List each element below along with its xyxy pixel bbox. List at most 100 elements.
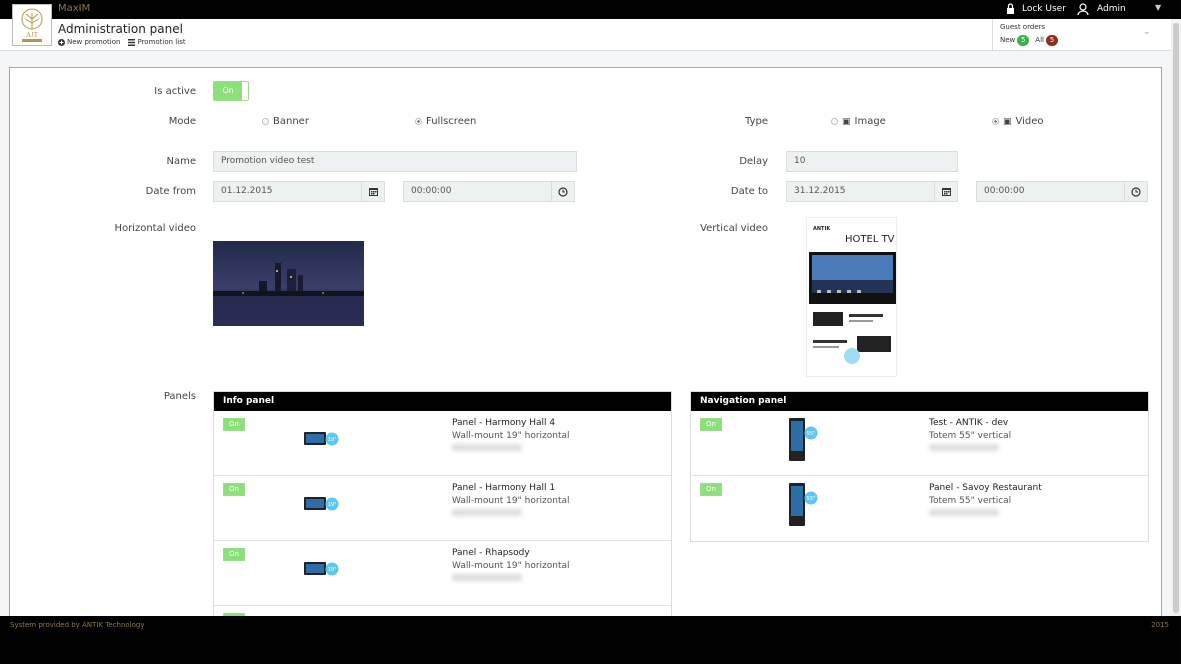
user-name: Admin: [1097, 4, 1126, 14]
radio-checked-icon: [415, 118, 422, 125]
vertical-video-thumbnail[interactable]: ANTIK HOTEL TV: [806, 217, 897, 377]
guest-orders-new-label: New: [1000, 36, 1016, 44]
info-panel-title: Info panel: [214, 392, 671, 411]
guest-orders-all[interactable]: All 5: [1035, 35, 1058, 46]
lock-user-label: Lock User: [1022, 3, 1066, 14]
all-count-badge: 5: [1045, 35, 1058, 46]
time-from-input[interactable]: 00:00:00: [403, 181, 552, 202]
time-to-input[interactable]: 00:00:00: [976, 181, 1125, 202]
date-from-input[interactable]: 01.12.2015: [213, 181, 362, 202]
navigation-panel: Navigation panel On 55" Test - ANTIK - d…: [690, 391, 1149, 542]
type-video-radio[interactable]: ▣ Video: [992, 116, 1044, 127]
new-promotion-link[interactable]: New promotion: [58, 38, 120, 46]
info-panel-row[interactable]: On 19" Panel - Harmony Hall 1 Wall-mount…: [214, 476, 671, 541]
info-panel-row[interactable]: On 19" Panel - Rhapsody Wall-mount 19" h…: [214, 541, 671, 606]
lock-user-button[interactable]: Lock User: [1006, 3, 1066, 14]
radio-unchecked-icon: [262, 118, 269, 125]
lock-icon: [1007, 3, 1014, 14]
wall-mount-panel-icon: 19": [304, 562, 339, 576]
name-label: Name: [166, 156, 196, 167]
chevron-down-icon[interactable]: ▼: [1155, 3, 1161, 12]
info-row-3-toggle[interactable]: On: [223, 548, 245, 561]
is-active-label: Is active: [154, 86, 196, 97]
nav-row-1-type: Totem 55" vertical: [929, 431, 1012, 441]
mode-banner-radio[interactable]: Banner: [262, 116, 309, 127]
navigation-panel-row[interactable]: On 55" Panel - Savoy Restaurant Totem 55…: [691, 476, 1148, 541]
guest-orders-title: Guest orders: [1000, 23, 1046, 31]
is-active-toggle[interactable]: On: [213, 81, 249, 101]
guest-orders-chevron-icon[interactable]: ⌄: [1143, 27, 1151, 37]
name-input[interactable]: Promotion video test: [213, 151, 577, 172]
vertical-video-brand: ANTIK: [813, 226, 831, 232]
page-title: Administration panel: [58, 22, 183, 36]
footer-year: 2015: [1151, 621, 1169, 629]
guest-orders-counts: New 5 All 5: [1000, 35, 1058, 46]
panels-label: Panels: [163, 391, 196, 402]
header: Administration panel New promotion Promo…: [0, 19, 1181, 51]
user-icon: [1077, 3, 1089, 15]
time-to-clock-button[interactable]: [1124, 181, 1148, 202]
hotel-logo[interactable]: AJT: [12, 4, 52, 46]
info-row-3-type: Wall-mount 19" horizontal: [452, 561, 570, 571]
totem-panel-icon: 55": [789, 483, 818, 526]
header-links: New promotion Promotion list: [58, 38, 186, 46]
type-label: Type: [745, 116, 768, 127]
footer: System provided by ANTIK Technology 2015: [0, 616, 1181, 664]
blurred-address: [452, 509, 522, 516]
time-from-clock-button[interactable]: [551, 181, 575, 202]
svg-text:55": 55": [807, 496, 816, 502]
nav-row-2-type: Totem 55" vertical: [929, 496, 1012, 506]
date-from-calendar-button[interactable]: [361, 181, 385, 202]
guest-orders[interactable]: Guest orders New 5 All 5 ⌄: [992, 19, 1181, 51]
type-image-label: Image: [854, 116, 886, 127]
blurred-address: [452, 574, 522, 581]
app-name: MaxIM: [58, 3, 91, 14]
wall-mount-panel-icon: 19": [304, 432, 339, 446]
hotel-tv-promo-image: ANTIK HOTEL TV: [807, 218, 896, 364]
calendar-icon: [941, 188, 951, 196]
mode-fullscreen-radio[interactable]: Fullscreen: [415, 116, 476, 127]
totem-panel-icon: 55": [789, 418, 818, 461]
page-scrollbar[interactable]: [1171, 19, 1181, 616]
blurred-address: [452, 444, 522, 451]
info-row-2-name: Panel - Harmony Hall 1: [452, 483, 556, 493]
delay-label: Delay: [739, 156, 768, 167]
svg-text:19": 19": [328, 437, 337, 443]
guest-orders-all-label: All: [1035, 36, 1044, 44]
promotion-list-link[interactable]: Promotion list: [128, 38, 186, 46]
scrollbar-thumb[interactable]: [1173, 23, 1179, 613]
new-count-badge: 5: [1017, 35, 1030, 46]
image-icon: ▣: [842, 116, 851, 127]
nav-row-1-toggle[interactable]: On: [700, 418, 722, 431]
user-menu[interactable]: Admin: [1077, 3, 1126, 15]
info-panel-row[interactable]: On 19" Panel - Harmony Hall 4 Wall-mount…: [214, 411, 671, 476]
delay-input[interactable]: 10: [786, 151, 958, 172]
date-to-input[interactable]: 31.12.2015: [786, 181, 935, 202]
info-row-2-type: Wall-mount 19" horizontal: [452, 496, 570, 506]
horizontal-video-label: Horizontal video: [114, 223, 196, 234]
footer-credit: System provided by ANTIK Technology: [10, 621, 145, 629]
promotion-list-label: Promotion list: [137, 38, 186, 46]
date-to-label: Date to: [730, 186, 768, 197]
svg-text:55": 55": [807, 431, 816, 437]
info-row-1-name: Panel - Harmony Hall 4: [452, 418, 556, 428]
date-to-calendar-button[interactable]: [934, 181, 958, 202]
info-row-1-toggle[interactable]: On: [223, 418, 245, 431]
mode-fullscreen-label: Fullscreen: [426, 116, 477, 127]
promotion-form: Is active On Mode Banner Fullscreen Type…: [9, 67, 1162, 617]
info-row-3-name: Panel - Rhapsody: [452, 548, 530, 558]
info-panel: Info panel On 19" Panel - Harmony Hall 4…: [213, 391, 672, 616]
svg-text:19": 19": [328, 567, 337, 573]
navigation-panel-row[interactable]: On 55" Test - ANTIK - dev Totem 55" vert…: [691, 411, 1148, 476]
video-icon: ▣: [1003, 116, 1012, 127]
type-image-radio[interactable]: ▣ Image: [831, 116, 886, 127]
svg-text:19": 19": [328, 502, 337, 508]
wall-mount-panel-icon: 19": [304, 497, 339, 511]
guest-orders-new[interactable]: New 5: [1000, 35, 1030, 46]
horizontal-video-thumbnail[interactable]: [213, 241, 364, 326]
nav-row-2-name: Panel - Savoy Restaurant: [929, 483, 1042, 493]
nav-row-2-toggle[interactable]: On: [700, 483, 722, 496]
date-from-label: Date from: [145, 186, 196, 197]
radio-unchecked-icon: [831, 118, 838, 125]
info-row-2-toggle[interactable]: On: [223, 483, 245, 496]
